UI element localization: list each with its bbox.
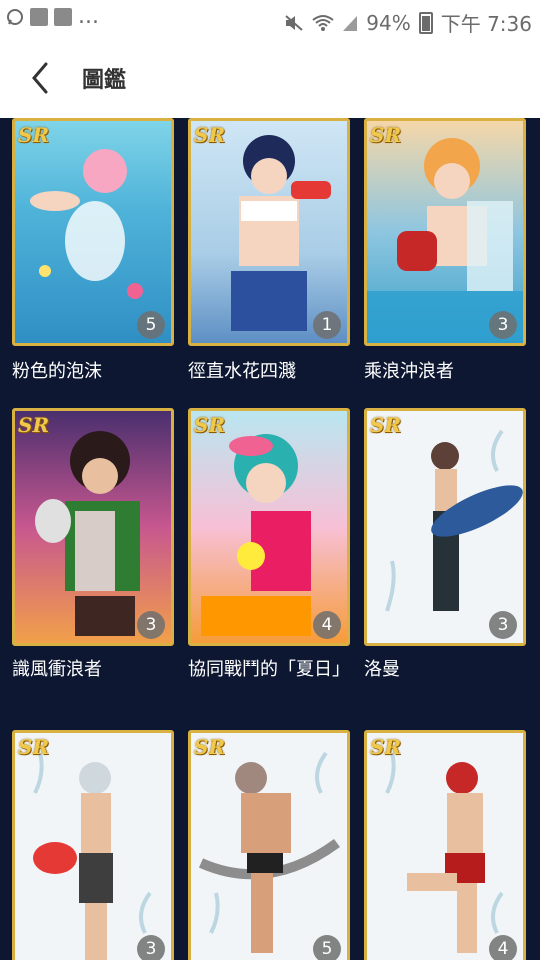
card-artwork	[35, 431, 140, 636]
status-bar: ... 94% 下午 7:36	[0, 0, 540, 40]
notification-icon	[54, 8, 72, 26]
card-item[interactable]: SR 4	[188, 408, 350, 646]
count-badge: 3	[489, 611, 517, 639]
chevron-left-icon	[32, 62, 48, 94]
rarity-badge: SR	[18, 123, 50, 147]
more-notifications: ...	[78, 4, 99, 29]
card-name: 乘浪沖浪者	[364, 361, 454, 382]
card-name: 徑直水花四濺	[188, 361, 296, 382]
card-item[interactable]: SR 3	[12, 408, 174, 646]
signal-icon	[343, 15, 358, 31]
card-item[interactable]: SR 4	[364, 730, 526, 960]
card-artwork	[201, 434, 311, 636]
back-button[interactable]	[22, 58, 62, 98]
system-icons: 94% 下午 7:36	[284, 8, 532, 37]
count-badge: 1	[313, 311, 341, 339]
rarity-badge: SR	[194, 735, 226, 759]
count-badge: 3	[489, 311, 517, 339]
wifi-icon	[312, 14, 334, 31]
rarity-badge: SR	[194, 123, 226, 147]
card-item[interactable]: SR 3	[364, 408, 526, 646]
rarity-badge: SR	[370, 735, 402, 759]
card-name: 識風衝浪者	[12, 659, 102, 680]
card-artwork	[33, 752, 152, 960]
notification-icons: ...	[6, 4, 99, 29]
rarity-badge: SR	[18, 413, 50, 437]
notification-icon	[30, 8, 48, 26]
count-badge: 5	[313, 935, 341, 960]
card-item[interactable]: SR 3	[12, 730, 174, 960]
count-badge: 3	[137, 611, 165, 639]
rarity-badge: SR	[370, 123, 402, 147]
rarity-badge: SR	[18, 735, 50, 759]
card-artwork	[198, 751, 340, 953]
card-name: 粉色的泡沫	[12, 361, 102, 382]
page-title: 圖鑑	[82, 68, 127, 93]
app-bar: 圖鑑	[0, 40, 540, 118]
card-artwork	[30, 149, 143, 299]
card-artwork	[385, 429, 523, 612]
count-badge: 4	[313, 611, 341, 639]
count-badge: 3	[137, 935, 165, 960]
card-item[interactable]: SR 5	[12, 118, 174, 346]
card-grid: SR 5 粉色的泡沫 SR 1 徑直水花四濺 SR 3 乘浪沖浪者 SR 3 識…	[0, 118, 540, 960]
mute-icon	[285, 14, 303, 31]
card-item[interactable]: SR 3	[364, 118, 526, 346]
battery-icon	[418, 11, 433, 34]
count-badge: 5	[137, 311, 165, 339]
rarity-badge: SR	[370, 413, 402, 437]
card-item[interactable]: SR 5	[188, 730, 350, 960]
card-artwork	[385, 752, 504, 953]
card-name: 洛曼	[364, 659, 400, 680]
rarity-badge: SR	[194, 413, 226, 437]
clock: 下午 7:36	[440, 12, 532, 36]
card-artwork	[367, 138, 523, 343]
count-badge: 4	[489, 935, 517, 960]
card-name: 協同戰鬥的「夏日」	[188, 659, 350, 680]
card-artwork	[231, 135, 331, 331]
battery-percent: 94%	[366, 10, 411, 35]
card-item[interactable]: SR 1	[188, 118, 350, 346]
whatsapp-icon	[7, 9, 23, 25]
